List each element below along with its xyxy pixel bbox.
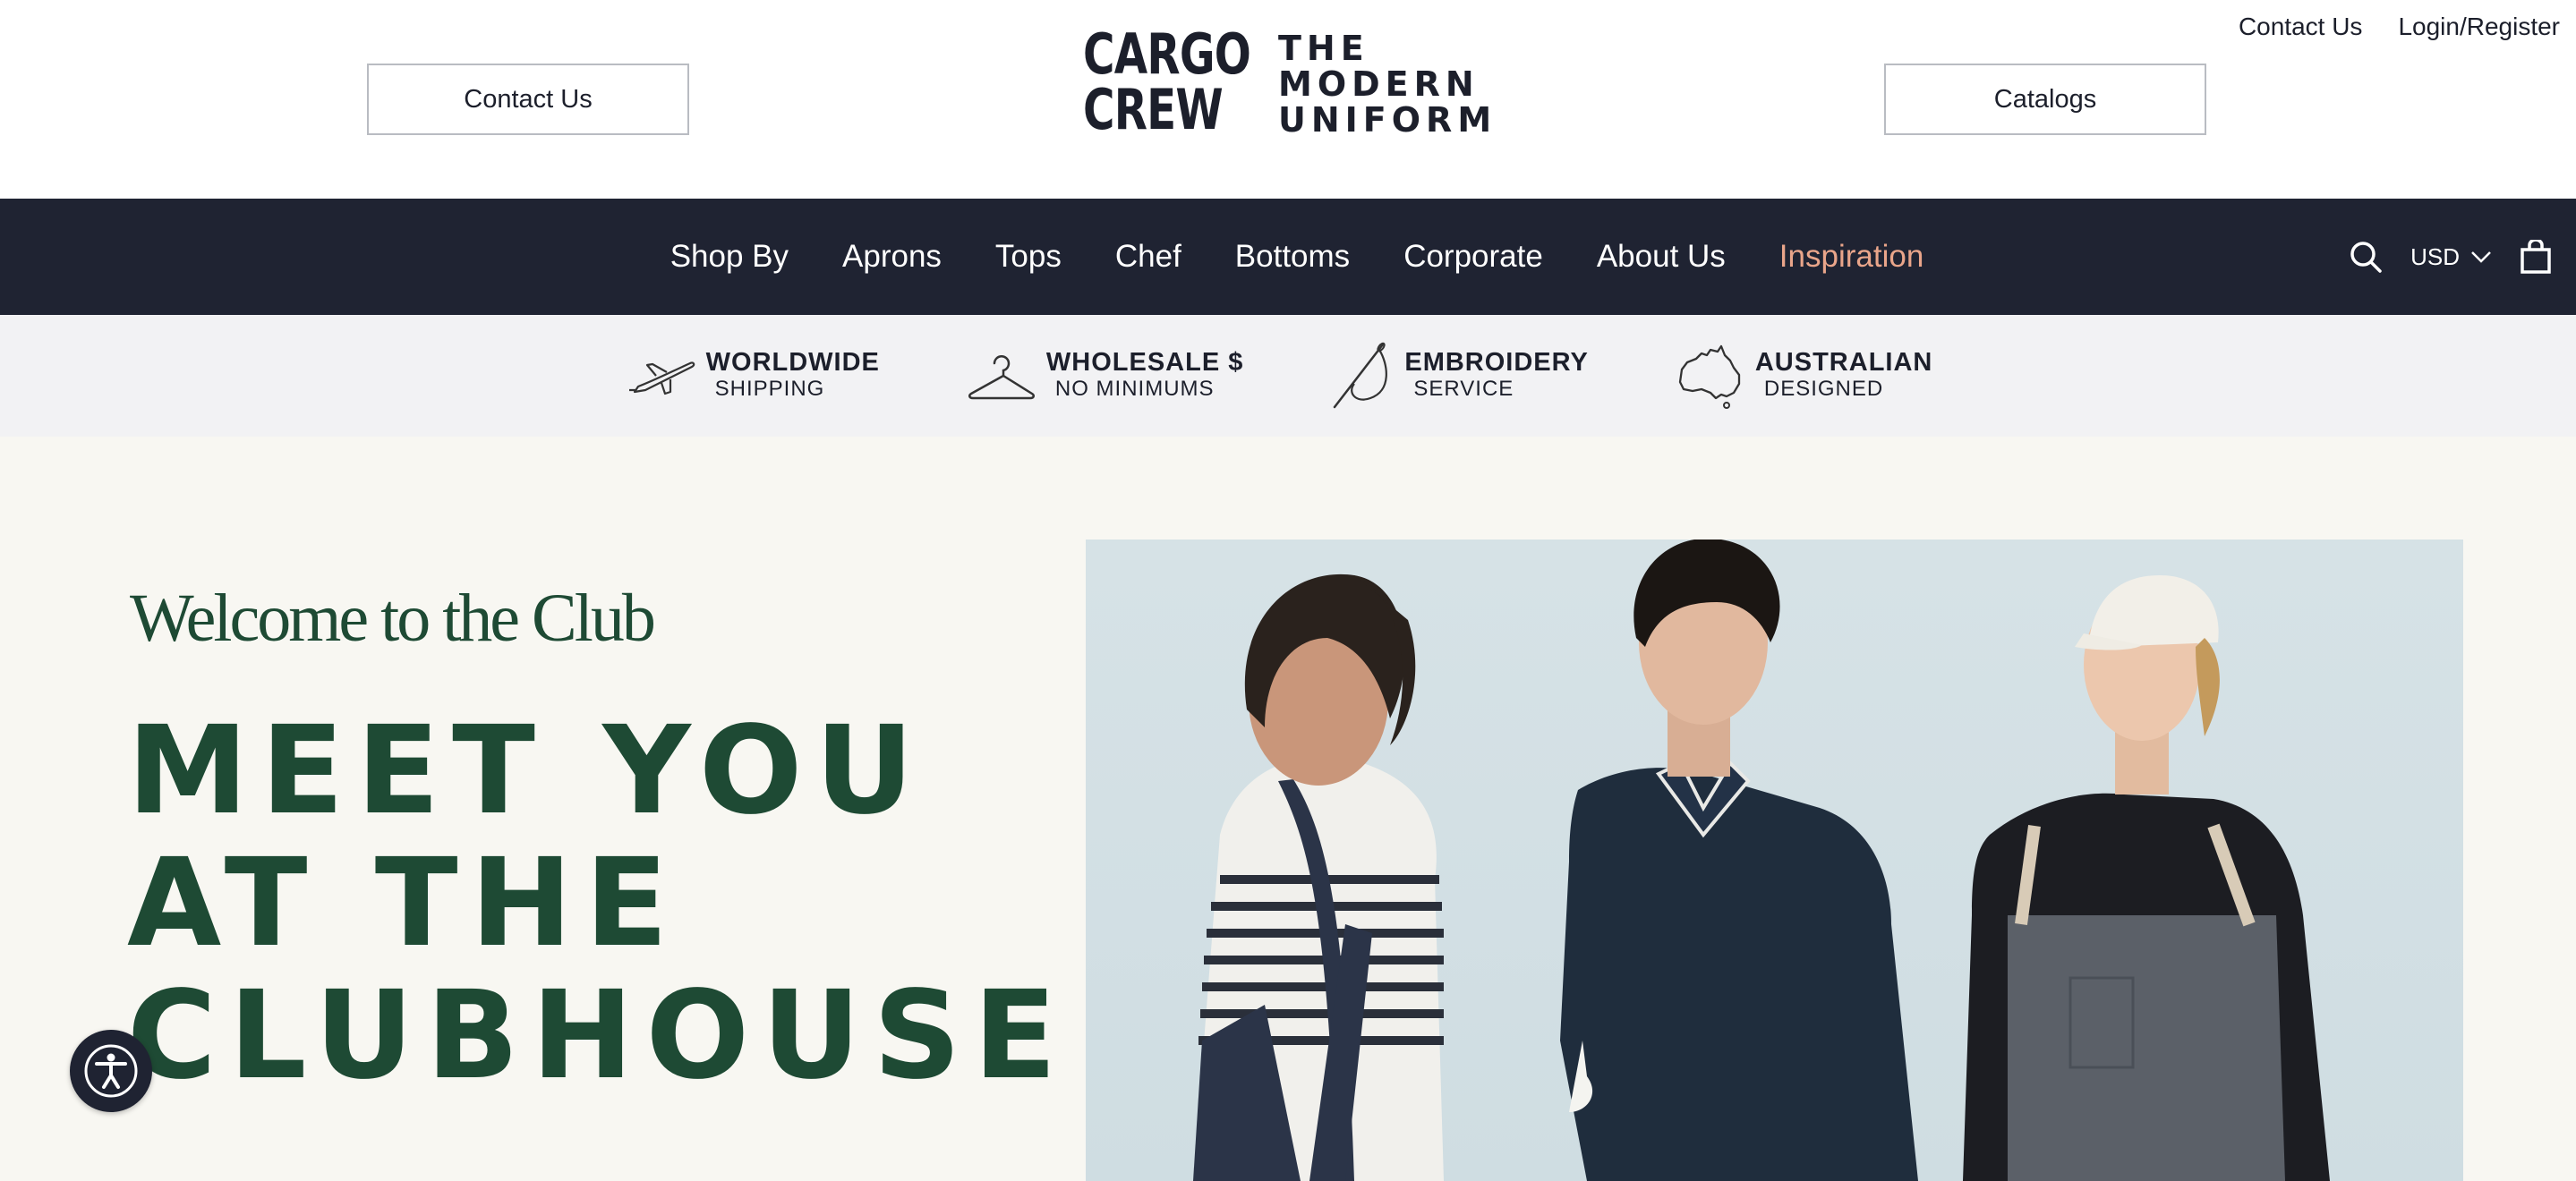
benefit-title: AUSTRALIAN <box>1754 348 1933 377</box>
accessibility-button[interactable] <box>70 1030 152 1112</box>
nav-item-corporate[interactable]: Corporate <box>1403 239 1543 275</box>
hero-title-line: AT THE <box>127 833 681 974</box>
nav-item-tops[interactable]: Tops <box>995 239 1062 275</box>
benefit-wholesale: WHOLESALE $ NO MINIMUMS <box>966 349 1243 403</box>
catalogs-button[interactable]: Catalogs <box>1884 64 2206 135</box>
logo-wordmark: CARGO CREW <box>1083 21 1251 142</box>
chevron-down-icon <box>2471 251 2491 263</box>
utility-links: Contact Us Login/Register <box>2239 13 2560 41</box>
model-center <box>1560 540 1918 1181</box>
benefit-subtitle: SHIPPING <box>714 377 825 401</box>
benefit-title: WHOLESALE $ <box>1045 348 1244 377</box>
logo-tag-the: THE <box>1278 29 1369 68</box>
nav-item-inspiration[interactable]: Inspiration <box>1779 239 1923 275</box>
nav-item-about-us[interactable]: About Us <box>1597 239 1726 275</box>
benefit-text: EMBROIDERY SERVICE <box>1404 349 1589 403</box>
benefit-subtitle: NO MINIMUMS <box>1054 377 1215 401</box>
benefit-embroidery: EMBROIDERY SERVICE <box>1329 341 1589 411</box>
nav-list: Shop By Aprons Tops Chef Bottoms Corpora… <box>0 199 2576 315</box>
benefit-worldwide-shipping: WORLDWIDE SHIPPING <box>626 349 880 403</box>
logo-tag-modern: MODERN <box>1278 64 1480 104</box>
benefit-text: AUSTRALIAN DESIGNED <box>1755 349 1933 403</box>
hero-image <box>1086 540 2463 1181</box>
nav-item-aprons[interactable]: Aprons <box>842 239 942 275</box>
nav-item-bottoms[interactable]: Bottoms <box>1235 239 1350 275</box>
australia-map-icon <box>1678 344 1741 409</box>
nav-item-shop-by[interactable]: Shop By <box>670 239 789 275</box>
top-header: Contact Us CARGO CREW THE MODERN UNIFORM… <box>0 0 2576 199</box>
benefit-australian-designed: AUSTRALIAN DESIGNED <box>1675 343 1933 409</box>
brand-logo[interactable]: CARGO CREW THE MODERN UNIFORM <box>1083 27 1495 152</box>
shopping-bag-icon[interactable] <box>2519 240 2553 274</box>
needle-icon <box>1334 342 1388 409</box>
benefit-subtitle: DESIGNED <box>1763 377 1884 401</box>
benefit-text: WORLDWIDE SHIPPING <box>706 349 880 403</box>
model-left <box>1193 574 1444 1181</box>
hanger-icon <box>968 355 1035 400</box>
hero-title-line: CLUBHOUSE <box>127 965 1070 1107</box>
benefit-text: WHOLESALE $ NO MINIMUMS <box>1046 349 1243 403</box>
model-right <box>1963 575 2330 1181</box>
benefit-title: EMBROIDERY <box>1404 348 1589 377</box>
contact-us-button[interactable]: Contact Us <box>367 64 689 135</box>
currency-selector[interactable]: USD <box>2410 243 2492 271</box>
util-contact-us-link[interactable]: Contact Us <box>2239 13 2363 41</box>
logo-tag-uniform: UNIFORM <box>1278 100 1497 140</box>
hero-title-line: MEET YOU <box>127 701 926 842</box>
hero-section: Welcome to the Club MEET YOU AT THE CLUB… <box>0 437 2576 1181</box>
accessibility-icon <box>84 1044 138 1098</box>
benefit-title: WORLDWIDE <box>705 348 880 377</box>
logo-tagline: THE MODERN UNIFORM <box>1278 30 1497 138</box>
logo-line-cargo: CARGO <box>1083 21 1251 87</box>
currency-label: USD <box>2410 242 2460 270</box>
benefits-strip: WORLDWIDE SHIPPING WHOLESALE $ NO MINIMU… <box>0 315 2576 437</box>
hero-eyebrow: Welcome to the Club <box>130 581 656 656</box>
airplane-icon <box>628 361 695 395</box>
logo-line-crew: CREW <box>1083 77 1224 142</box>
hero-title: MEET YOU AT THE CLUBHOUSE <box>127 705 1112 1102</box>
login-register-link[interactable]: Login/Register <box>2398 13 2560 41</box>
main-nav: Shop By Aprons Tops Chef Bottoms Corpora… <box>0 199 2576 315</box>
search-icon[interactable] <box>2348 239 2384 275</box>
nav-item-chef[interactable]: Chef <box>1115 239 1181 275</box>
nav-actions: USD <box>2348 199 2553 315</box>
hero-models-illustration <box>1193 540 2330 1181</box>
benefit-subtitle: SERVICE <box>1413 377 1514 401</box>
